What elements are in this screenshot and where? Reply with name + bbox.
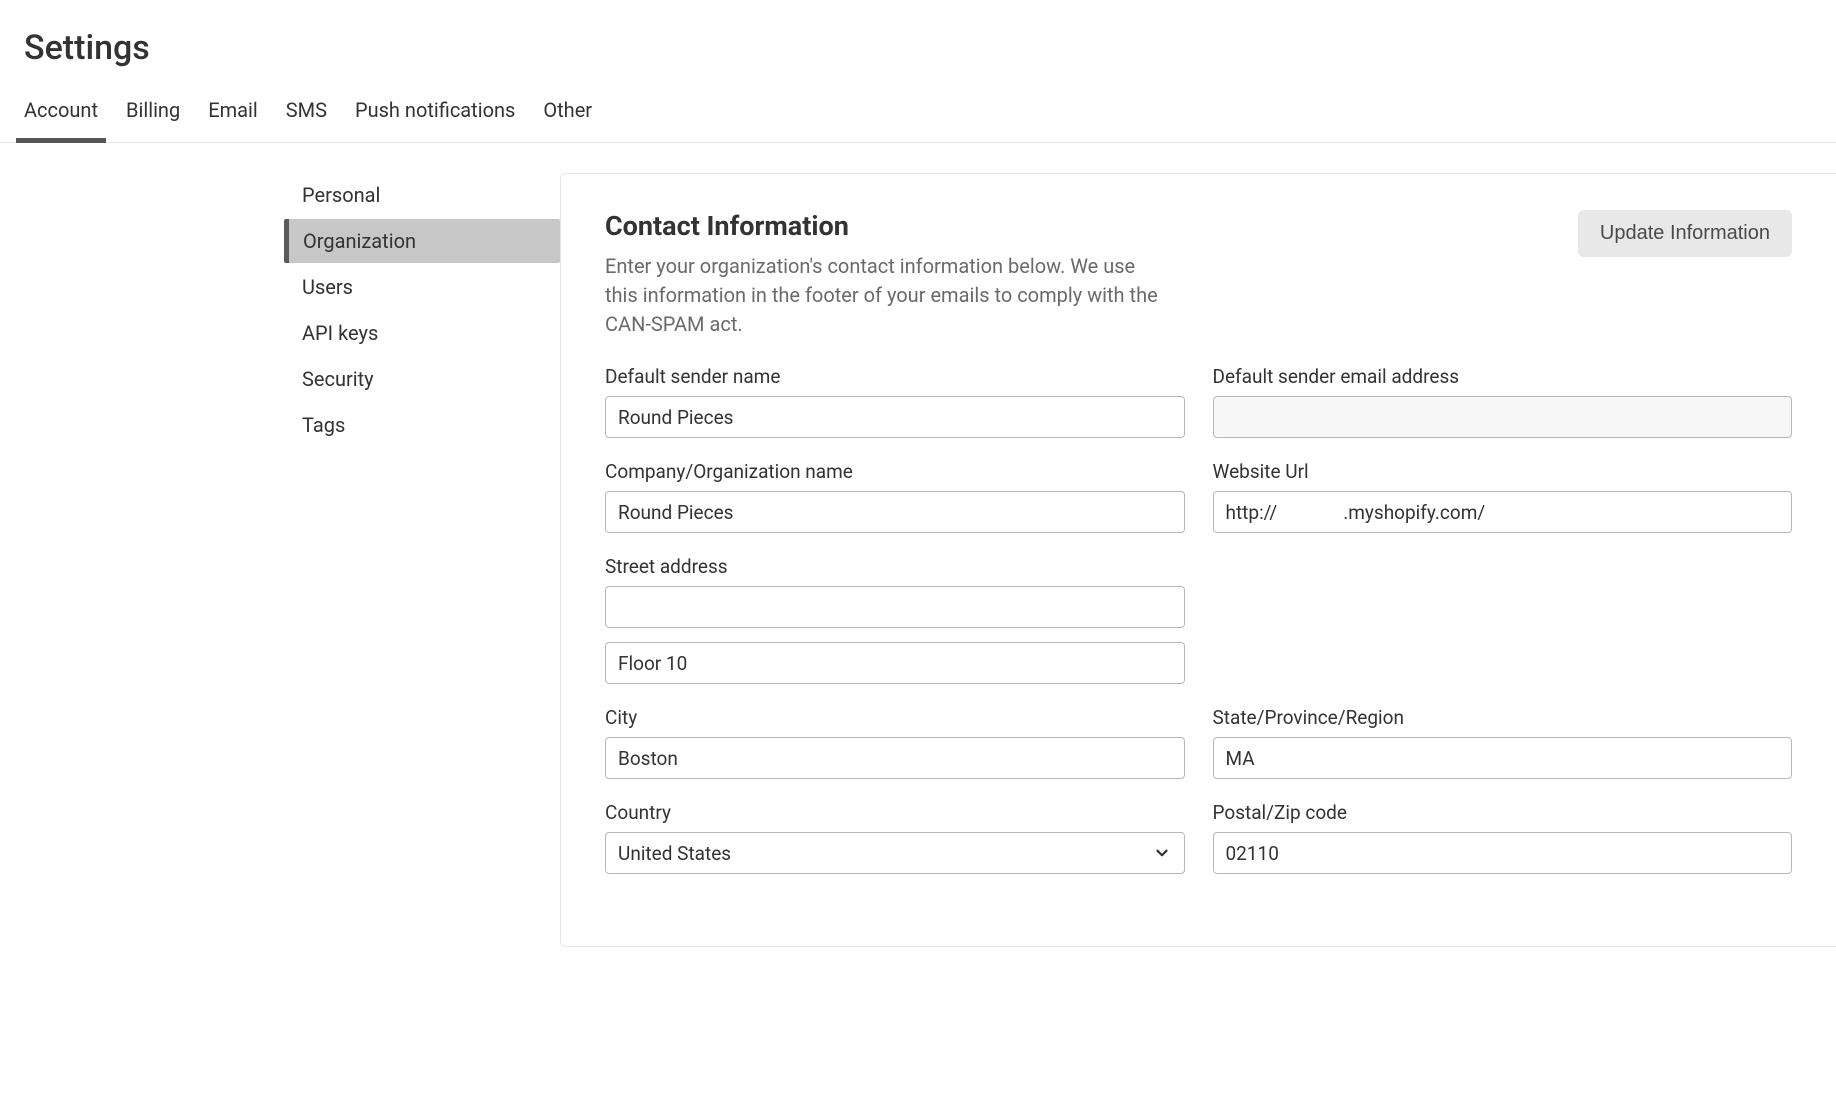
tab-push-notifications[interactable]: Push notifications [355,88,515,142]
tab-other[interactable]: Other [543,88,592,142]
tab-sms[interactable]: SMS [286,88,327,142]
state-input[interactable] [1213,737,1793,779]
city-input[interactable] [605,737,1185,779]
sidebar-item-security[interactable]: Security [284,357,560,401]
sidebar-item-organization[interactable]: Organization [284,219,560,263]
default-sender-email-input[interactable] [1213,396,1793,438]
tab-account[interactable]: Account [24,88,98,142]
postal-input[interactable] [1213,832,1793,874]
tabs-bar: Account Billing Email SMS Push notificat… [0,88,1836,143]
city-label: City [605,706,1185,729]
country-label: Country [605,801,1185,824]
default-sender-email-label: Default sender email address [1213,365,1793,388]
postal-label: Postal/Zip code [1213,801,1793,824]
street-address-line2-input[interactable] [605,642,1185,684]
default-sender-name-label: Default sender name [605,365,1185,388]
state-label: State/Province/Region [1213,706,1793,729]
website-url-input[interactable] [1213,491,1793,533]
street-address-label: Street address [605,555,1185,578]
sidebar-item-personal[interactable]: Personal [284,173,560,217]
settings-sidebar: Personal Organization Users API keys Sec… [0,173,560,947]
contact-info-panel: Contact Information Enter your organizat… [560,173,1836,947]
default-sender-name-input[interactable] [605,396,1185,438]
sidebar-item-users[interactable]: Users [284,265,560,309]
company-name-label: Company/Organization name [605,460,1185,483]
tab-email[interactable]: Email [208,88,258,142]
panel-description: Enter your organization's contact inform… [605,252,1165,339]
sidebar-item-api-keys[interactable]: API keys [284,311,560,355]
tab-billing[interactable]: Billing [126,88,180,142]
company-name-input[interactable] [605,491,1185,533]
sidebar-item-tags[interactable]: Tags [284,403,560,447]
country-select[interactable]: United States [605,832,1185,874]
website-url-label: Website Url [1213,460,1793,483]
page-title: Settings [0,0,1836,88]
panel-title: Contact Information [605,210,1165,242]
street-address-line1-input[interactable] [605,586,1185,628]
update-information-button[interactable]: Update Information [1578,210,1792,257]
